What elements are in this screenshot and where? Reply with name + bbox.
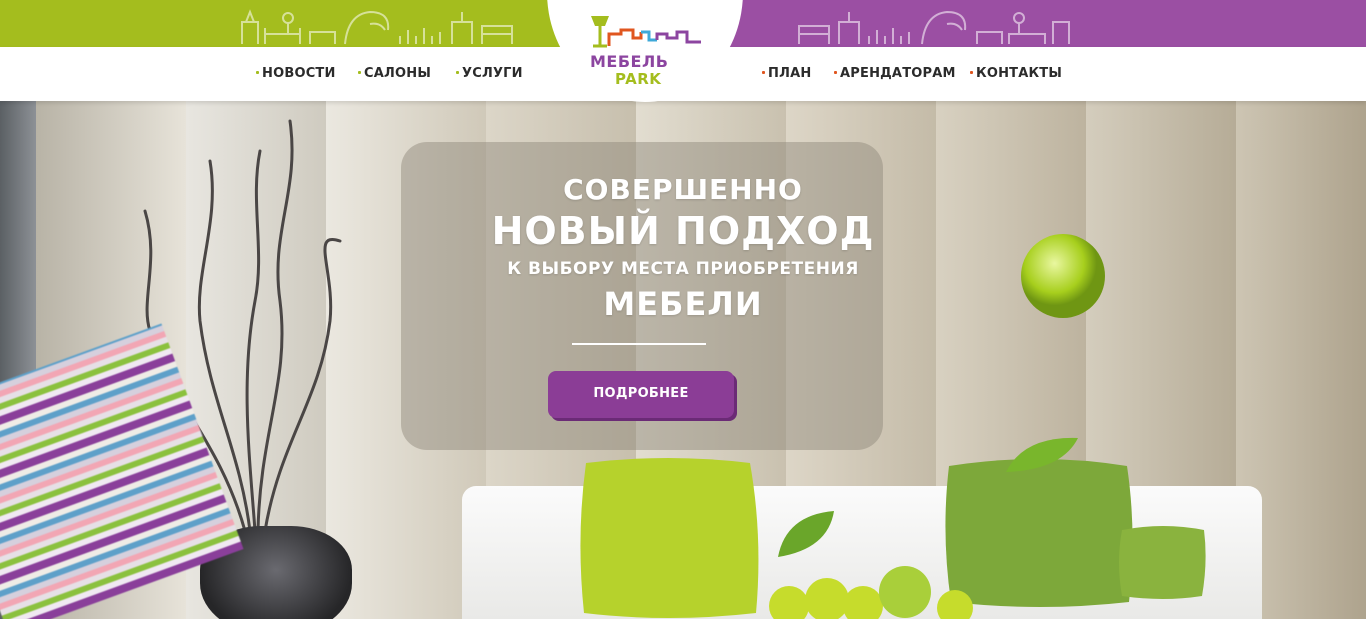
furniture-silhouette-left-icon	[241, 9, 513, 45]
hero-banner: СОВЕРШЕННО НОВЫЙ ПОДХОД К ВЫБОРУ МЕСТА П…	[0, 101, 1366, 619]
bullet-icon	[358, 71, 361, 74]
leaf-icon	[778, 511, 834, 557]
nav-link-services-label: УСЛУГИ	[462, 66, 523, 81]
nav-link-news-label: НОВОСТИ	[262, 66, 336, 81]
bullet-icon	[456, 71, 459, 74]
hero-title-line-2: НОВЫЙ ПОДХОД	[491, 209, 875, 253]
nav-link-tenants-label: АРЕНДАТОРАМ	[840, 66, 956, 81]
nav-link-tenants[interactable]: АРЕНДАТОРАМ	[834, 66, 956, 81]
furniture-silhouette-right-icon	[798, 10, 1070, 45]
hero-title-line-4: МЕБЕЛИ	[603, 285, 763, 323]
nav-link-salons-label: САЛОНЫ	[364, 66, 431, 81]
hero-divider	[572, 343, 706, 345]
site-logo[interactable]: МЕБЕЛЬ PARK	[583, 12, 703, 92]
more-details-button[interactable]: ПОДРОБНЕЕ	[548, 371, 734, 418]
bullet-icon	[256, 71, 259, 74]
green-pillow-image	[580, 458, 759, 618]
apples-pile-icon	[769, 566, 973, 619]
leaf-icon	[1006, 437, 1078, 472]
nav-link-services[interactable]: УСЛУГИ	[456, 66, 523, 81]
bullet-icon	[762, 71, 765, 74]
hero-title-line-3: К ВЫБОРУ МЕСТА ПРИОБРЕТЕНИЯ	[507, 259, 859, 279]
nav-link-contacts-label: КОНТАКТЫ	[976, 66, 1063, 81]
nav-link-salons[interactable]: САЛОНЫ	[358, 66, 431, 81]
bullet-icon	[970, 71, 973, 74]
logo-text-top: МЕБЕЛЬ	[590, 52, 669, 71]
nav-link-plan[interactable]: ПЛАН	[762, 66, 811, 81]
lamp-skyline-logo-icon	[591, 16, 701, 48]
nav-link-news[interactable]: НОВОСТИ	[256, 66, 336, 81]
logo-text-bottom: PARK	[615, 70, 662, 88]
hero-title-line-1: СОВЕРШЕННО	[563, 173, 803, 206]
nav-link-plan-label: ПЛАН	[768, 66, 812, 81]
green-pillow-image	[1119, 526, 1206, 599]
bullet-icon	[834, 71, 837, 74]
nav-link-contacts[interactable]: КОНТАКТЫ	[970, 66, 1062, 81]
